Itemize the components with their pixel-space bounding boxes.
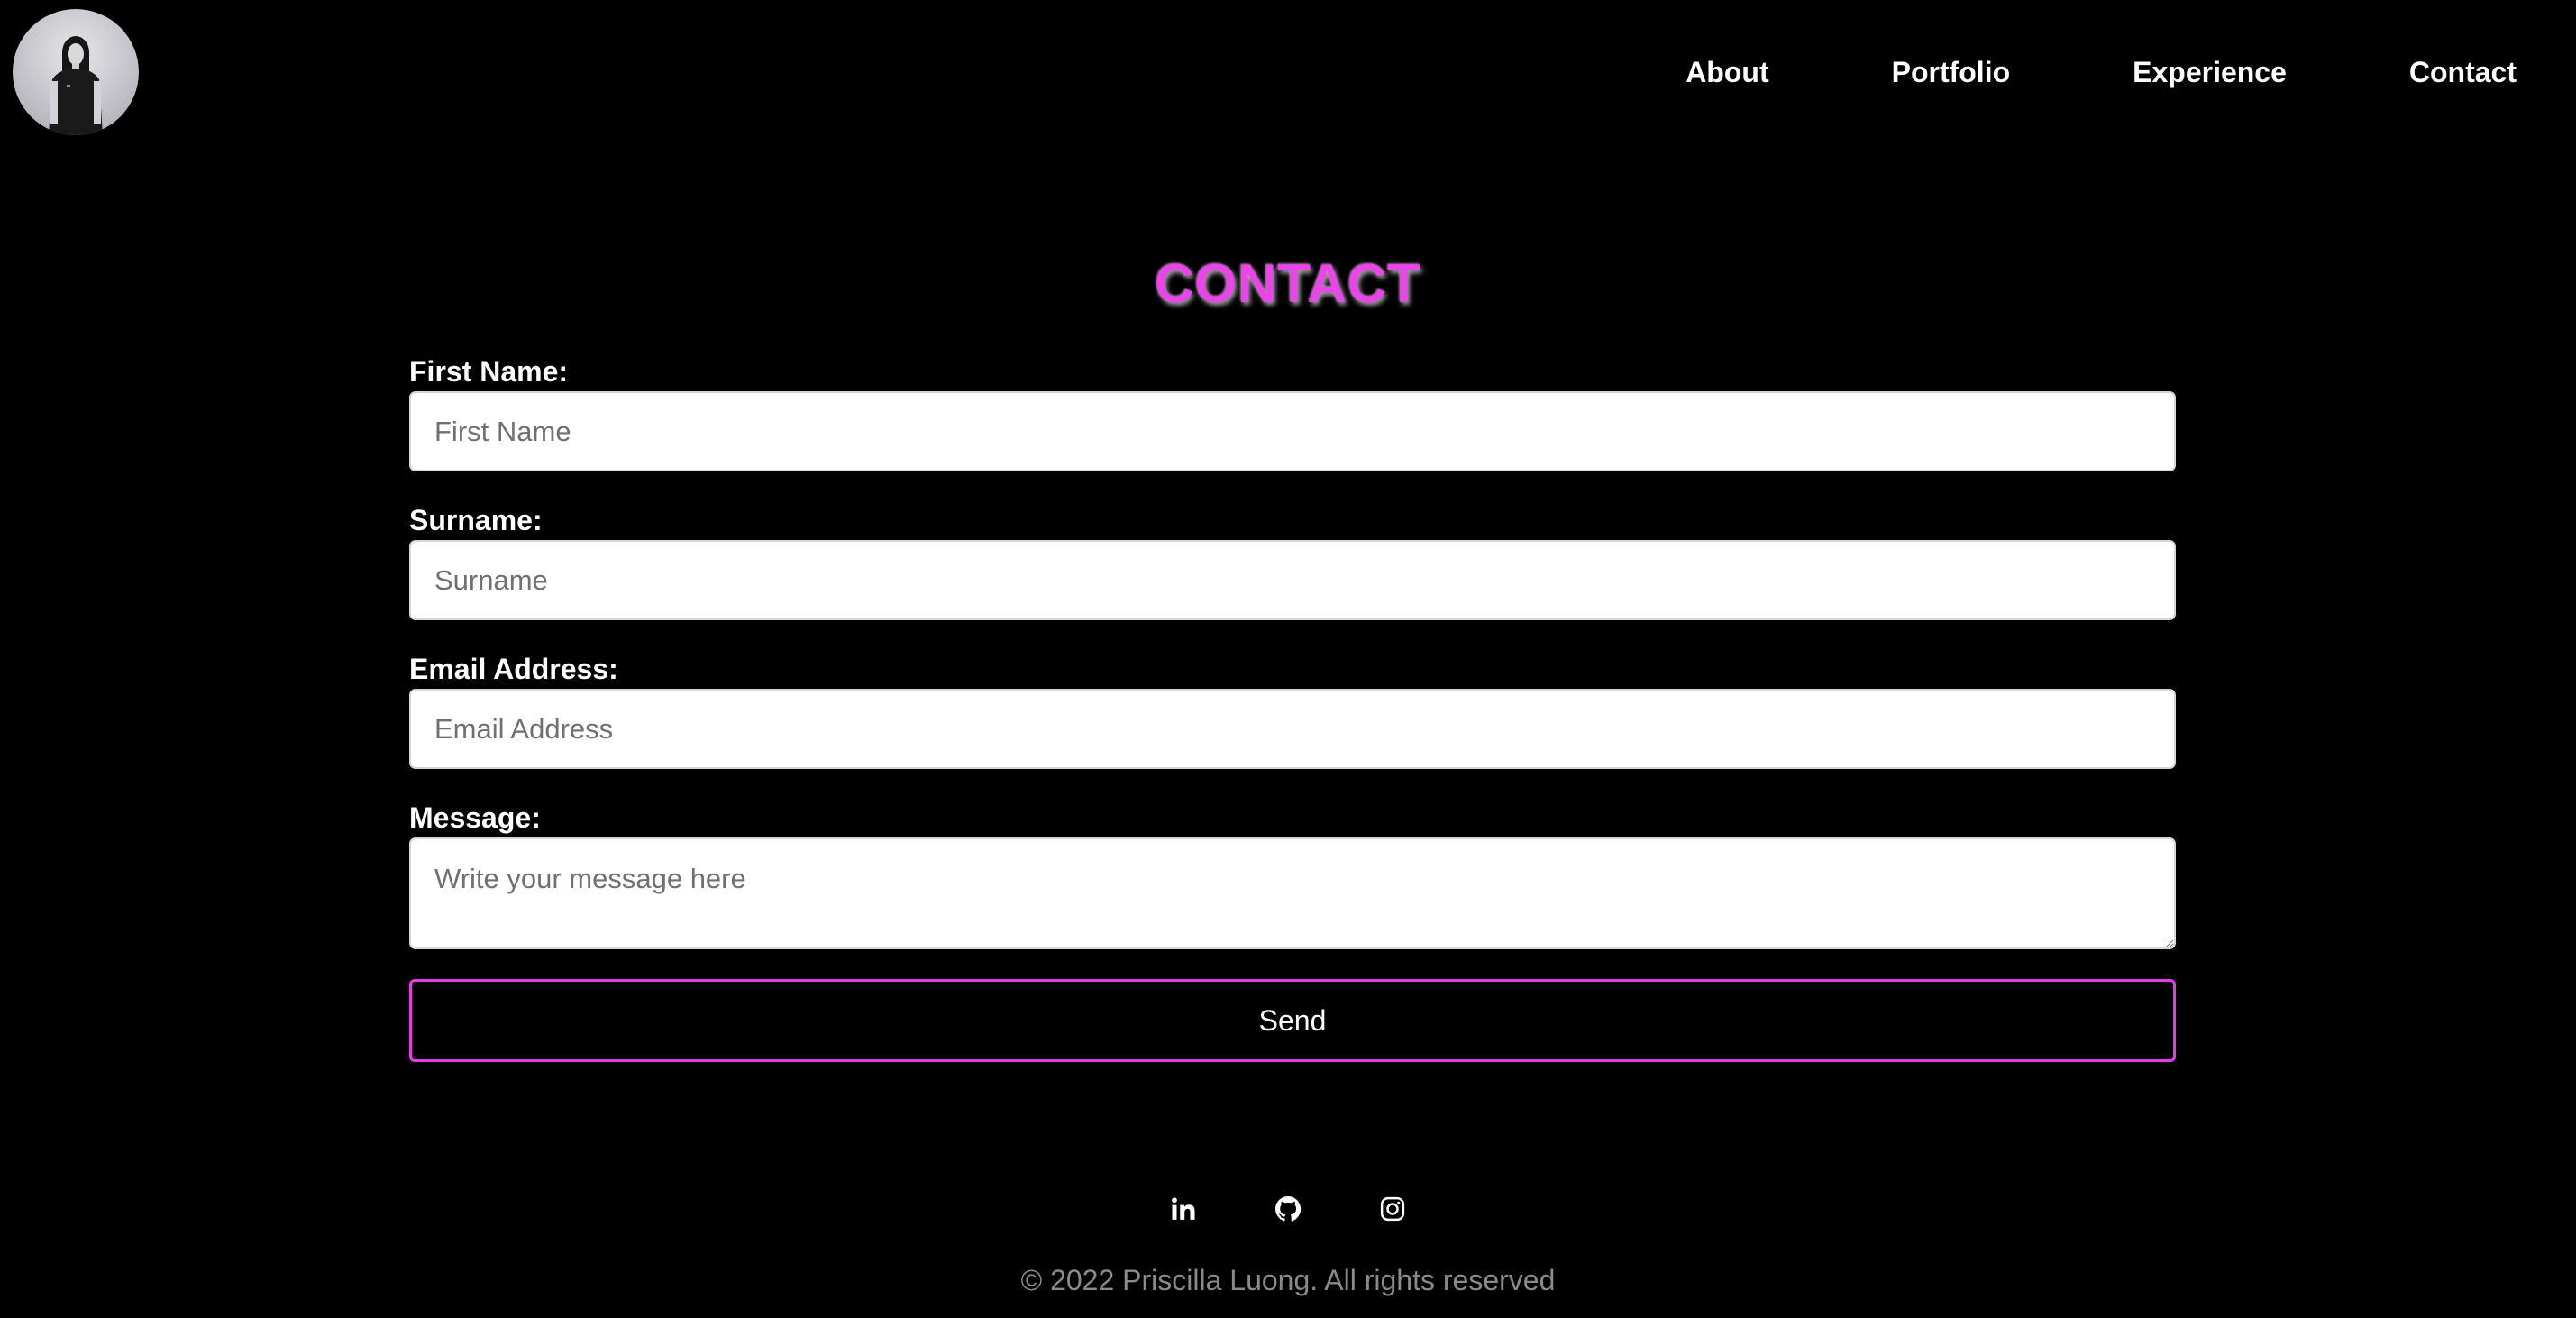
email-input[interactable] bbox=[409, 689, 2176, 769]
email-label: Email Address: bbox=[409, 653, 618, 685]
first-name-input[interactable] bbox=[409, 391, 2176, 471]
github-link[interactable] bbox=[1270, 1191, 1306, 1227]
surname-label: Surname: bbox=[409, 504, 543, 536]
send-button[interactable]: Send bbox=[409, 979, 2176, 1062]
social-links bbox=[0, 1191, 2576, 1227]
github-icon bbox=[1275, 1196, 1302, 1222]
contact-page: About Portfolio Experience Contact CONTA… bbox=[0, 0, 2576, 1318]
nav-about[interactable]: About bbox=[1685, 52, 1768, 92]
instagram-link[interactable] bbox=[1375, 1191, 1411, 1227]
surname-input[interactable] bbox=[409, 540, 2176, 620]
instagram-icon bbox=[1380, 1196, 1405, 1222]
page-title: CONTACT bbox=[1155, 253, 1421, 314]
linkedin-icon bbox=[1172, 1197, 1195, 1220]
nav-portfolio[interactable]: Portfolio bbox=[1892, 52, 2011, 92]
first-name-label: First Name: bbox=[409, 355, 569, 388]
main-nav: About Portfolio Experience Contact bbox=[1685, 52, 2576, 92]
contact-form: First Name: Surname: Email Address: Mess… bbox=[409, 352, 2176, 1062]
linkedin-link[interactable] bbox=[1165, 1191, 1201, 1227]
message-textarea[interactable] bbox=[409, 837, 2176, 949]
avatar[interactable] bbox=[13, 9, 139, 135]
nav-experience[interactable]: Experience bbox=[2133, 52, 2287, 92]
copyright-text: © 2022 Priscilla Luong. All rights reser… bbox=[1020, 1264, 1556, 1296]
nav-contact[interactable]: Contact bbox=[2409, 52, 2517, 92]
message-label: Message: bbox=[409, 801, 541, 834]
profile-photo bbox=[49, 36, 103, 135]
